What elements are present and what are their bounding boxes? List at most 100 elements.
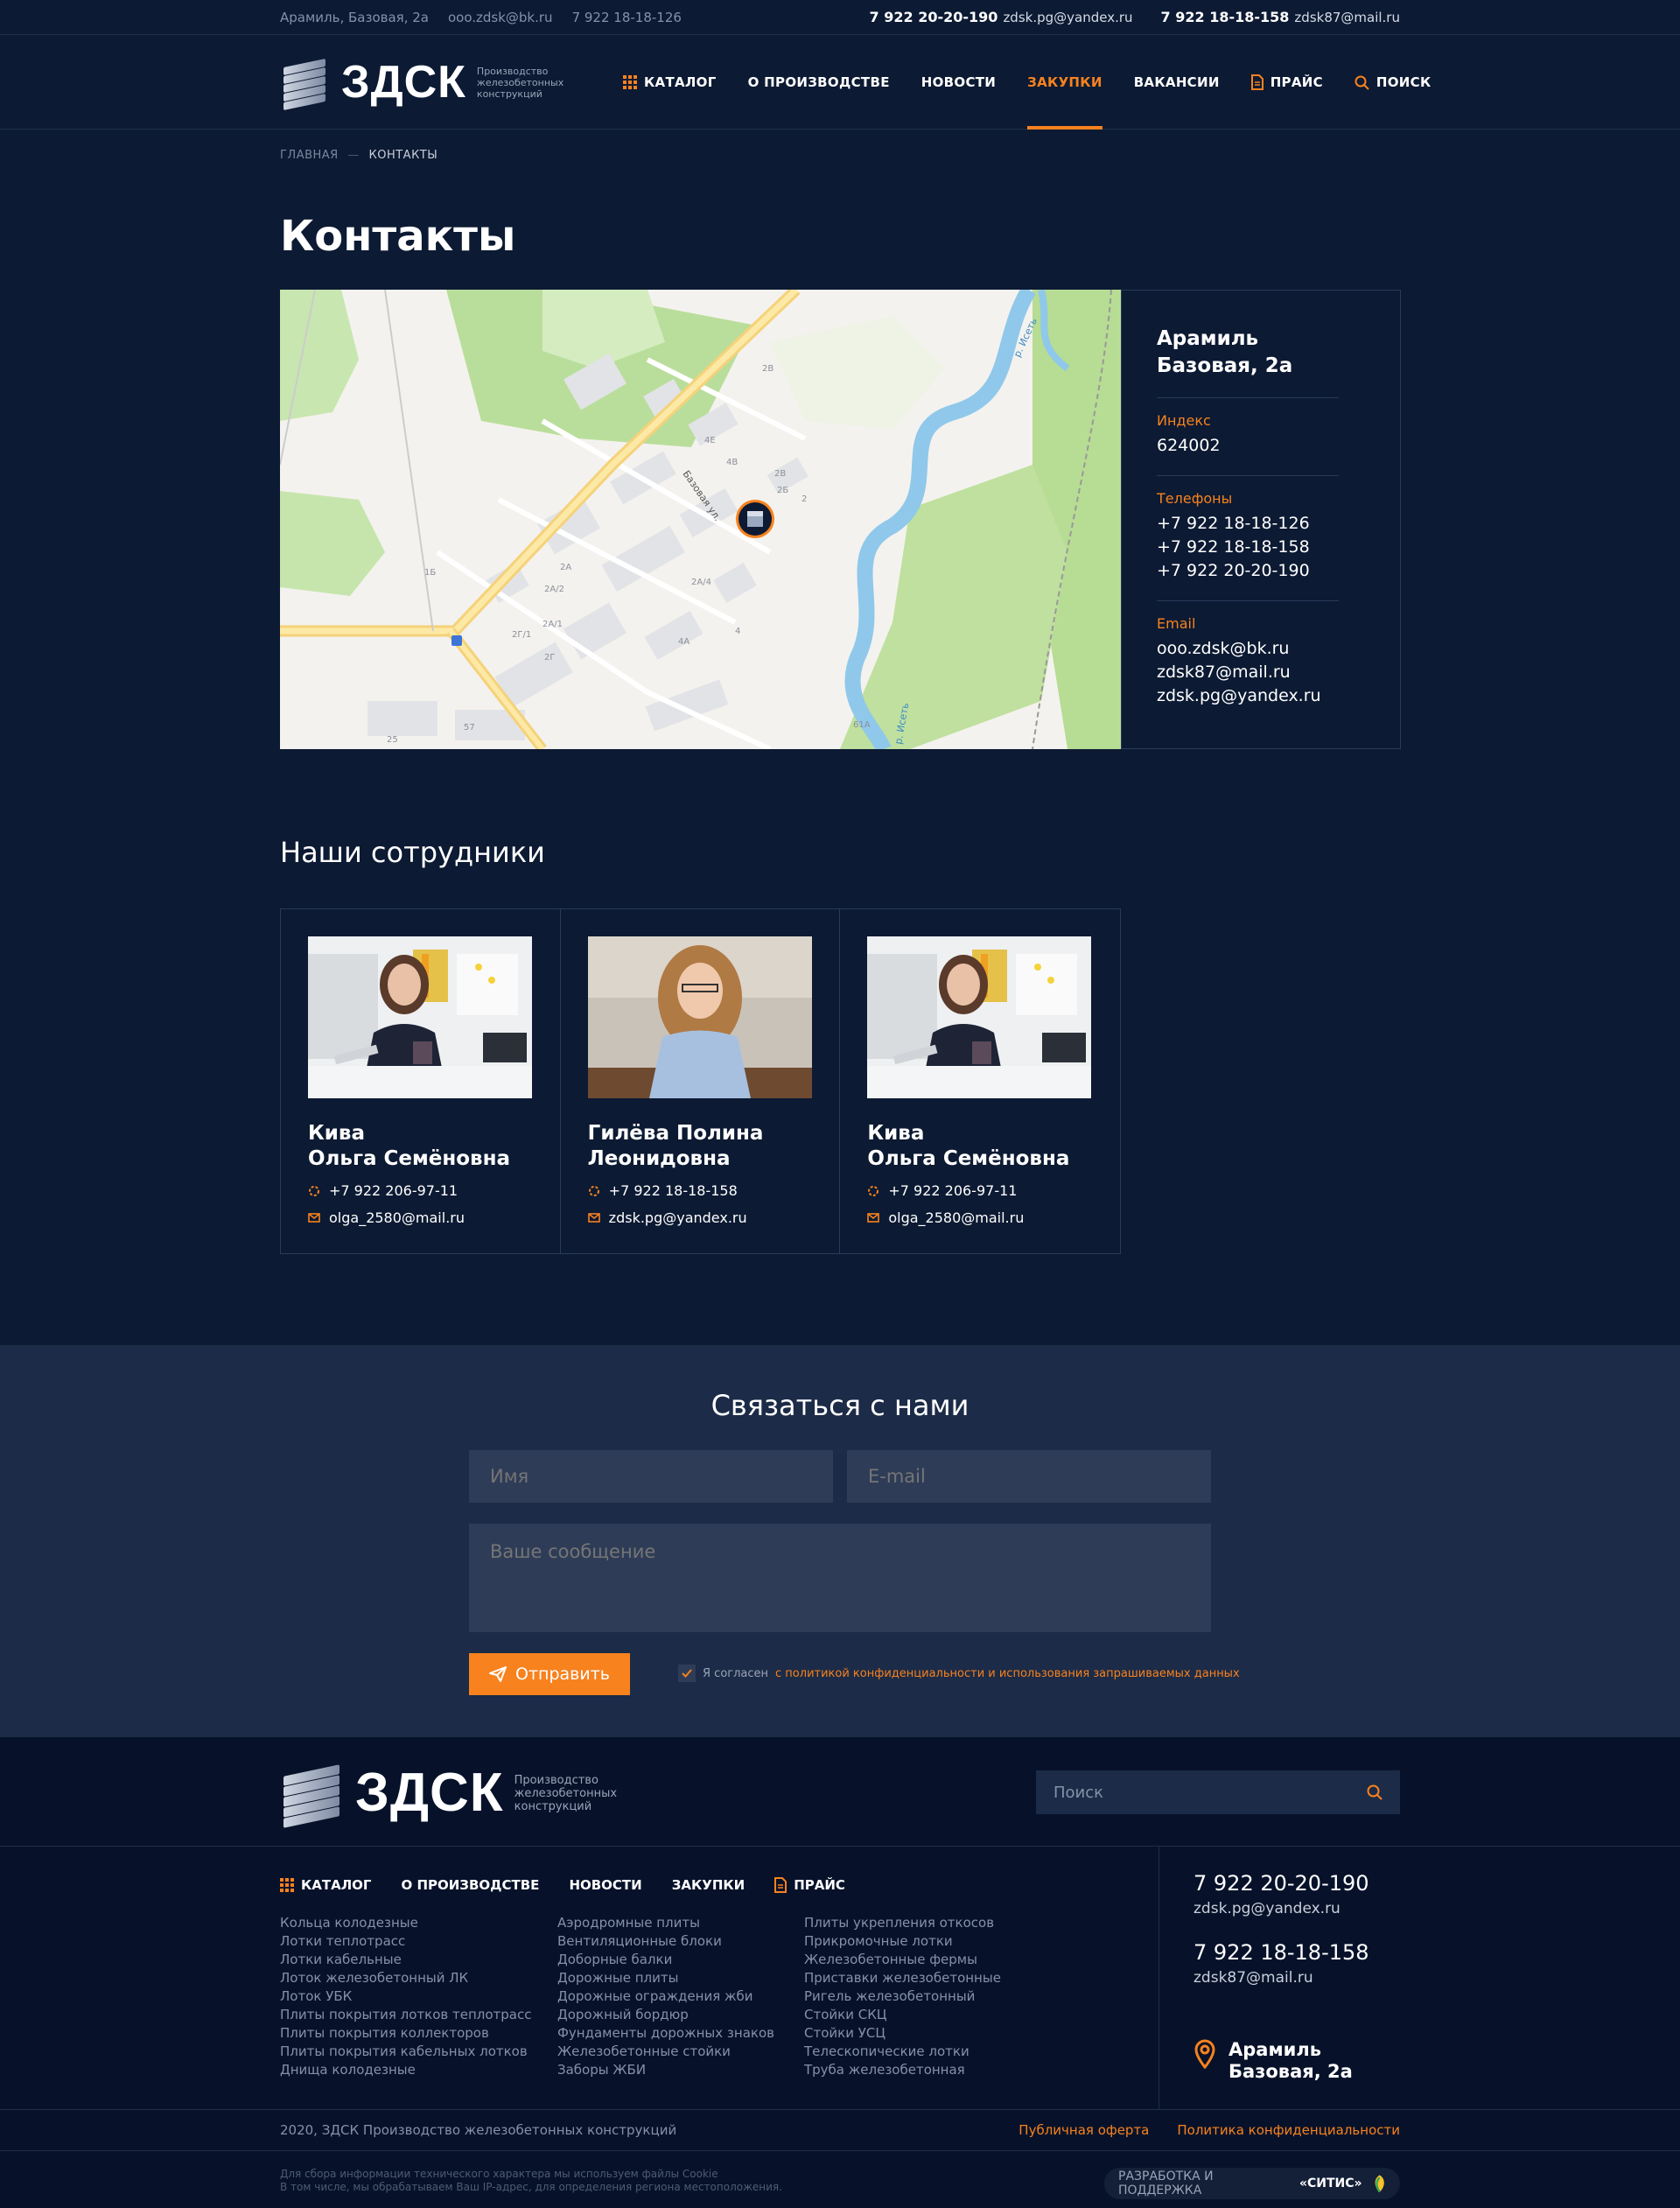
footer-link[interactable]: Дорожный бордюр: [557, 2006, 774, 2024]
nav-search[interactable]: ПОИСК: [1354, 35, 1432, 130]
topbar-email-link[interactable]: zdsk.pg@yandex.ru: [1003, 10, 1132, 25]
footer-search[interactable]: Поиск: [1036, 1770, 1400, 1814]
nav-catalog[interactable]: КАТАЛОГ: [623, 35, 717, 130]
breadcrumb-home[interactable]: ГЛАВНАЯ: [280, 149, 339, 162]
footer-link[interactable]: Стойки УСЦ: [804, 2024, 1001, 2043]
index-label: Индекс: [1157, 412, 1211, 429]
consent-checkbox[interactable]: [678, 1665, 696, 1682]
topbar-address: Арамиль, Базовая, 2а: [280, 10, 429, 25]
nav-news[interactable]: НОВОСТИ: [921, 35, 996, 130]
divider: [1157, 397, 1339, 398]
document-icon: [774, 1877, 788, 1893]
footer-link[interactable]: Фундаменты дорожных знаков: [557, 2024, 774, 2043]
staff-photo: [587, 936, 812, 1098]
email-link[interactable]: ooo.zdsk@bk.ru: [1157, 637, 1365, 661]
footer-link[interactable]: Вентиляционные блоки: [557, 1932, 774, 1951]
footer-link[interactable]: Дорожные плиты: [557, 1969, 774, 1987]
footer-link[interactable]: Дорожные ограждения жби: [557, 1987, 774, 2006]
map-number: 2Г/1: [512, 630, 531, 640]
footer-nav-price-label: ПРАЙС: [794, 1877, 845, 1893]
staff-name: Гилёва Полина Леонидовна: [588, 1121, 813, 1172]
map-number: 2: [802, 494, 807, 504]
topbar-email-link[interactable]: zdsk87@mail.ru: [1294, 10, 1400, 25]
footer-link[interactable]: Заборы ЖБИ: [557, 2061, 774, 2079]
staff-email[interactable]: olga_2580@mail.ru: [308, 1209, 533, 1226]
developer-badge[interactable]: РАЗРАБОТКА И ПОДДЕРЖКА «СИТИС»: [1104, 2168, 1400, 2199]
footer-link[interactable]: Лотки кабельные: [280, 1951, 531, 1969]
email-link[interactable]: zdsk87@mail.ru: [1157, 661, 1365, 684]
map-number: 4В: [726, 458, 738, 467]
logo-slabs-icon: [280, 58, 329, 111]
footer-link[interactable]: Приставки железобетонные: [804, 1969, 1001, 1987]
footer-nav-price[interactable]: ПРАЙС: [774, 1877, 845, 1893]
public-offer-link[interactable]: Публичная оферта: [1018, 2122, 1149, 2138]
footer-link[interactable]: Железобетонные стойки: [557, 2043, 774, 2061]
footer-nav-production[interactable]: О ПРОИЗВОДСТВЕ: [401, 1877, 539, 1893]
footer-nav-purchases[interactable]: ЗАКУПКИ: [672, 1877, 745, 1893]
footer-link[interactable]: Ригель железобетонный: [804, 1987, 1001, 2006]
nav-vacancies[interactable]: ВАКАНСИИ: [1134, 35, 1220, 130]
footer-link[interactable]: Лоток УБК: [280, 1987, 531, 2006]
email-link[interactable]: zdsk.pg@yandex.ru: [1157, 684, 1365, 708]
map-number: 2А/2: [544, 585, 564, 594]
footer-logo[interactable]: ЗДСК Производство железобетонных констру…: [280, 1763, 637, 1828]
staff-phone[interactable]: +7 922 18-18-158: [588, 1182, 813, 1199]
footer-link[interactable]: Плиты покрытия кабельных лотков: [280, 2043, 531, 2061]
email-input[interactable]: [847, 1450, 1211, 1503]
nav-purchases[interactable]: ЗАКУПКИ: [1027, 35, 1102, 130]
map-marker-icon[interactable]: [736, 500, 774, 538]
footer-link[interactable]: Доборные балки: [557, 1951, 774, 1969]
footer-link[interactable]: Железобетонные фермы: [804, 1951, 1001, 1969]
staff-email[interactable]: olga_2580@mail.ru: [867, 1209, 1093, 1226]
logo-title: ЗДСК: [355, 1763, 504, 1823]
footer-phone-link[interactable]: 7 922 20-20-190: [1194, 1871, 1369, 1896]
footer-link[interactable]: Труба железобетонная: [804, 2061, 1001, 2079]
footer-link[interactable]: Днища колодезные: [280, 2061, 531, 2079]
footer-email-link[interactable]: zdsk87@mail.ru: [1194, 1969, 1313, 1987]
topbar-phone-link[interactable]: 7 922 18-18-126: [572, 10, 682, 25]
footer-nav: КАТАЛОГ О ПРОИЗВОДСТВЕ НОВОСТИ ЗАКУПКИ П…: [280, 1877, 845, 1893]
topbar-email-link[interactable]: ooo.zdsk@bk.ru: [448, 10, 553, 25]
phone-link[interactable]: +7 922 20-20-190: [1157, 559, 1365, 583]
divider: [1157, 600, 1339, 601]
topbar-phone-link[interactable]: 7 922 18-18-158: [1161, 9, 1290, 25]
phone-link[interactable]: +7 922 18-18-126: [1157, 512, 1365, 536]
footer-link[interactable]: Плиты покрытия лотков теплотрасс: [280, 2006, 531, 2024]
name-input[interactable]: [469, 1450, 833, 1503]
nav-production[interactable]: О ПРОИЗВОДСТВЕ: [748, 35, 890, 130]
staff-name-line: Ольга Семёновна: [867, 1147, 1070, 1170]
staff-phone[interactable]: +7 922 206-97-11: [308, 1182, 533, 1199]
staff-card: Кива Ольга Семёновна +7 922 206-97-11 ol…: [281, 909, 561, 1253]
footer-link[interactable]: Кольца колодезные: [280, 1914, 531, 1932]
footer-link[interactable]: Плиты укрепления откосов: [804, 1914, 1001, 1932]
info-address: Арамиль Базовая, 2а: [1157, 326, 1365, 380]
message-textarea[interactable]: [469, 1524, 1211, 1632]
footer-email-link[interactable]: zdsk.pg@yandex.ru: [1194, 1900, 1340, 1917]
privacy-policy-link[interactable]: с политикой конфиденциальности и использ…: [775, 1667, 1240, 1680]
phone-link[interactable]: +7 922 18-18-158: [1157, 536, 1365, 559]
footer-link[interactable]: Стойки СКЦ: [804, 2006, 1001, 2024]
footer-search-placeholder: Поиск: [1054, 1783, 1104, 1802]
footer-link[interactable]: Аэродромные плиты: [557, 1914, 774, 1932]
staff-phone[interactable]: +7 922 206-97-11: [867, 1182, 1093, 1199]
staff-email[interactable]: zdsk.pg@yandex.ru: [587, 1209, 813, 1226]
footer-address-line: Базовая, 2а: [1228, 2061, 1353, 2082]
footer-link[interactable]: Плиты покрытия коллекторов: [280, 2024, 531, 2043]
footer-link[interactable]: Лотки теплотрасс: [280, 1932, 531, 1951]
contact-form-section: Связаться с нами Отправить Я согласен с …: [0, 1345, 1680, 1737]
divider: [1157, 475, 1339, 476]
footer-link[interactable]: Прикромочные лотки: [804, 1932, 1001, 1951]
footer-nav-news[interactable]: НОВОСТИ: [569, 1877, 641, 1893]
topbar-phone-link[interactable]: 7 922 20-20-190: [870, 9, 998, 25]
send-button[interactable]: Отправить: [469, 1653, 630, 1695]
privacy-link[interactable]: Политика конфиденциальности: [1177, 2122, 1400, 2138]
location-map[interactable]: 2В 4Е 4В 2В 2Б 2 4Б 2А 2А/2 2А/4 2А/1 2Г…: [280, 290, 1121, 749]
staff-name-line: Гилёва Полина: [587, 1122, 764, 1145]
nav-price[interactable]: ПРАЙС: [1250, 35, 1323, 130]
footer-nav-catalog[interactable]: КАТАЛОГ: [280, 1877, 371, 1893]
footer-phone-link[interactable]: 7 922 18-18-158: [1194, 1940, 1369, 1965]
footer-link[interactable]: Телескопические лотки: [804, 2043, 1001, 2061]
logo-subtitle: Производство железобетонных конструкций: [514, 1773, 618, 1813]
footer-link[interactable]: Лоток железобетонный ЛК: [280, 1969, 531, 1987]
site-logo[interactable]: ЗДСК Производство железобетонных констру…: [280, 58, 582, 111]
